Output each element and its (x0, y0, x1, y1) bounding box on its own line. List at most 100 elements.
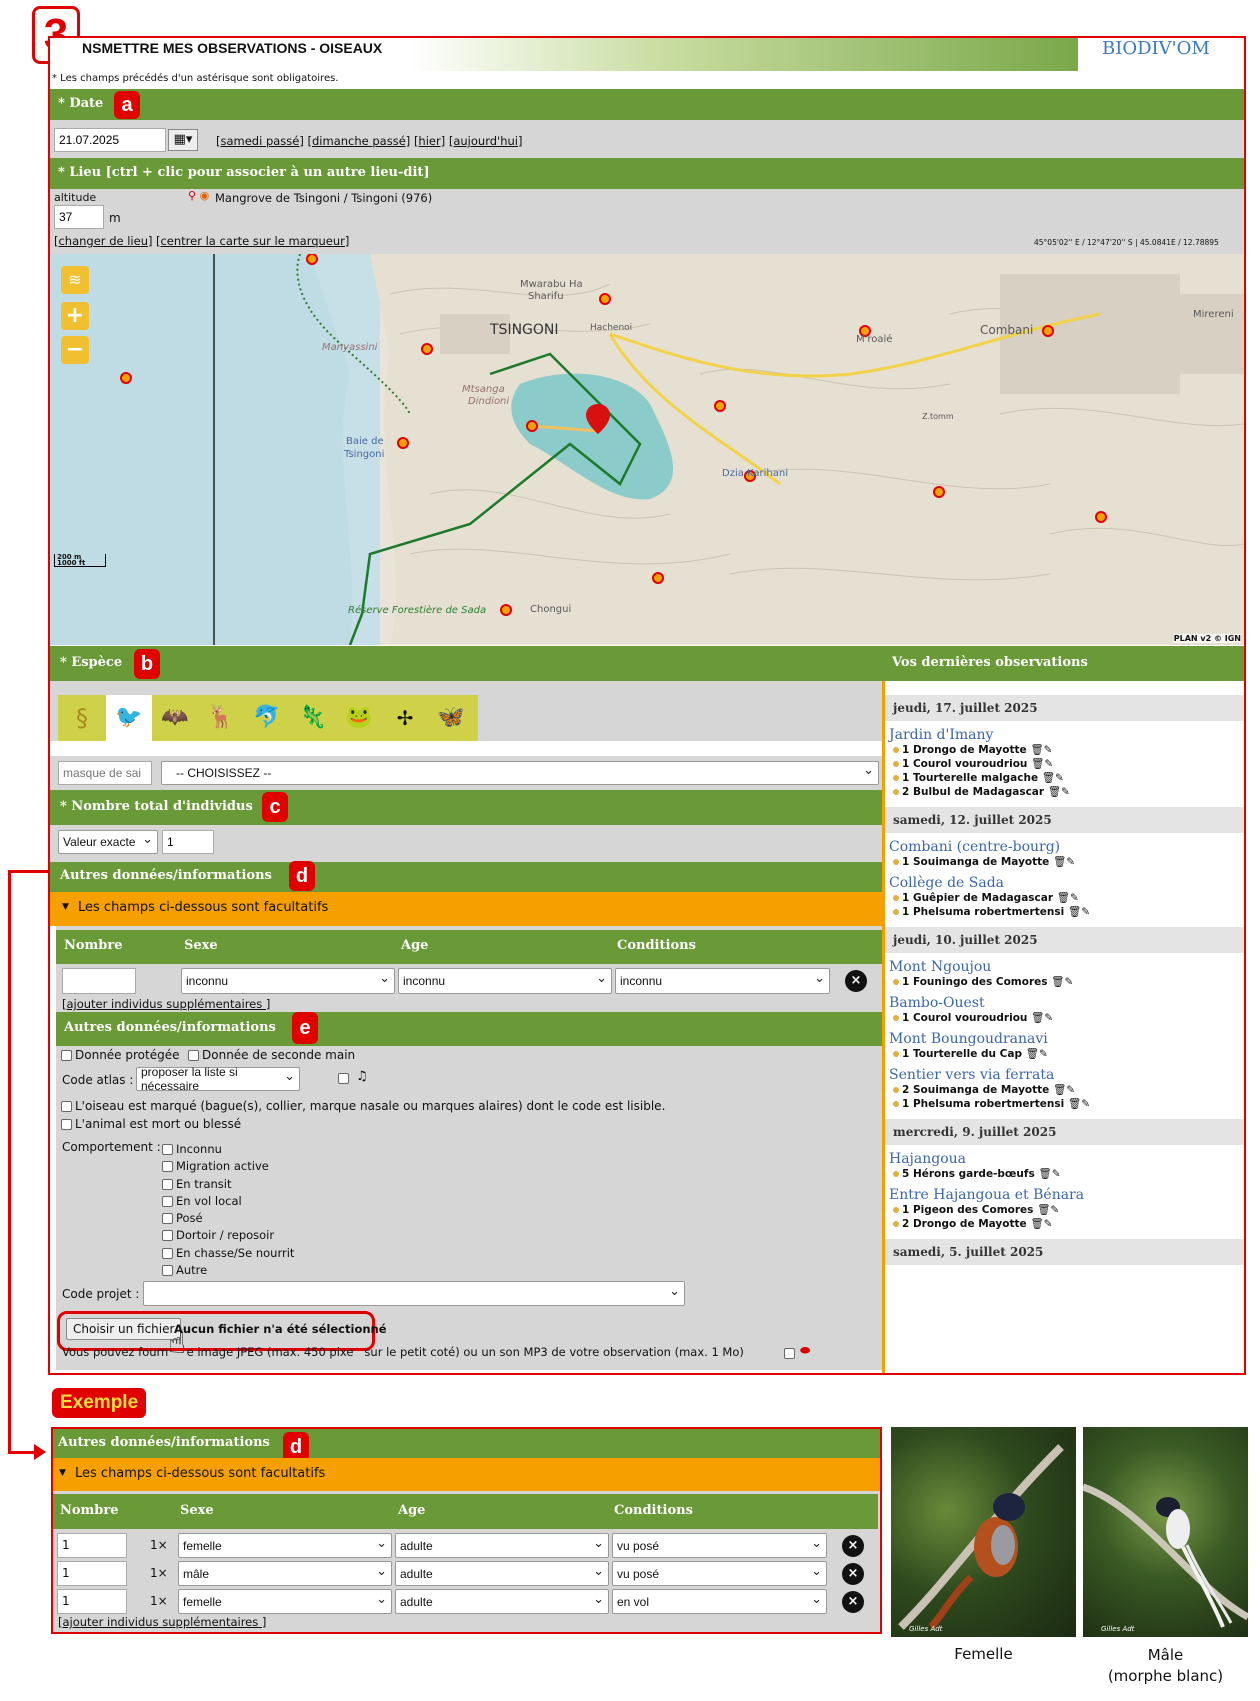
example-age-select[interactable]: adulte (395, 1533, 609, 1558)
example-age-select[interactable]: adulte (395, 1561, 609, 1586)
example-conditions-select[interactable]: en vol (612, 1589, 827, 1614)
example-age-select[interactable]: adulte (395, 1589, 609, 1614)
species-mask-input[interactable] (58, 761, 152, 785)
remove-row-button[interactable]: × (845, 970, 867, 992)
date-input[interactable] (54, 128, 166, 152)
obs-date: mercredi, 9. juillet 2025 (885, 1119, 1244, 1145)
delete-edit-icon[interactable]: 🗑✎ (1042, 772, 1064, 784)
obs-place-link[interactable]: Jardin d'Imany (885, 727, 1244, 743)
calendar-icon[interactable]: ▦▾ (168, 129, 198, 151)
file-note-checkbox[interactable] (784, 1346, 798, 1360)
add-individuals-link[interactable]: [ajouter individus supplémentaires ] (62, 997, 270, 1011)
delete-edit-icon[interactable]: 🗑✎ (1031, 1012, 1053, 1024)
example-add-link[interactable]: [ajouter individus supplémentaires ] (58, 1615, 266, 1629)
atlas-select[interactable]: proposer la liste si nécessaire (136, 1065, 300, 1093)
group-tab-bird[interactable]: 🐦 (106, 695, 152, 741)
obs-place-link[interactable]: Collège de Sada (885, 875, 1244, 891)
obs-place-link[interactable]: Bambo-Ouest (885, 995, 1244, 1011)
obs-item-label: 2 Souimanga de Mayotte (902, 1084, 1053, 1096)
example-sexe-select[interactable]: femelle (178, 1589, 392, 1614)
second-hand-checkbox[interactable]: Donnée de seconde main (188, 1048, 355, 1062)
zoom-out-button[interactable]: − (61, 336, 89, 364)
arrow-head-icon (34, 1444, 46, 1460)
map[interactable]: Mwarabu Ha Sharifu TSINGONI Hachenoi Many… (50, 254, 1244, 645)
center-map-link[interactable]: [centrer la carte sur le marqueur] (156, 234, 349, 248)
delete-edit-icon[interactable]: 🗑✎ (1051, 976, 1073, 988)
behaviour-autre[interactable]: Autre (162, 1262, 294, 1279)
altitude-input[interactable] (54, 205, 104, 229)
behaviour-pose[interactable]: Posé (162, 1210, 294, 1227)
example-sexe-select[interactable]: femelle (178, 1533, 392, 1558)
obs-place-link[interactable]: Mont Boungoudranavi (885, 1031, 1244, 1047)
species-select[interactable]: -- CHOISISSEZ -- (161, 761, 879, 785)
count-input[interactable] (162, 830, 214, 854)
example-remove-button[interactable]: × (842, 1535, 864, 1557)
delete-edit-icon[interactable]: 🗑✎ (1037, 1204, 1059, 1216)
behaviour-migration[interactable]: Migration active (162, 1158, 294, 1175)
group-tab-butterfly[interactable]: 🦋 (428, 695, 474, 741)
optional-fields-toggle[interactable]: ▼ Les champs ci-dessous sont facultatifs (50, 892, 884, 926)
individual-count-input[interactable] (62, 968, 136, 994)
sexe-select[interactable]: inconnu (181, 968, 395, 994)
example-count-input[interactable]: 1 (57, 1561, 127, 1586)
group-tab-lizard[interactable]: 🦎 (290, 695, 336, 741)
group-tab-frog[interactable]: 🐸 (336, 695, 382, 741)
behaviour-vol-local[interactable]: En vol local (162, 1193, 294, 1210)
behaviour-transit[interactable]: En transit (162, 1176, 294, 1193)
age-select[interactable]: inconnu (398, 968, 612, 994)
shortcut-aujourdhui[interactable]: [aujourd'hui] (449, 134, 523, 148)
group-tab-dragonfly[interactable]: ✢ (382, 695, 428, 741)
behaviour-chasse[interactable]: En chasse/Se nourrit (162, 1245, 294, 1262)
obs-place-link[interactable]: Entre Hajangoua et Bénara (885, 1187, 1244, 1203)
example-remove-button[interactable]: × (842, 1591, 864, 1613)
shortcut-dimanche[interactable]: [dimanche passé] (308, 134, 411, 148)
delete-edit-icon[interactable]: 🗑✎ (1068, 1098, 1090, 1110)
marked-checkbox[interactable]: L'oiseau est marqué (bague(s), collier, … (61, 1099, 665, 1113)
layers-button[interactable]: ≋ (61, 266, 89, 294)
delete-edit-icon[interactable]: 🗑✎ (1038, 1168, 1060, 1180)
shortcut-hier[interactable]: [hier] (414, 134, 445, 148)
example-remove-button[interactable]: × (842, 1563, 864, 1585)
delete-edit-icon[interactable]: 🗑✎ (1031, 758, 1053, 770)
delete-edit-icon[interactable]: 🗑✎ (1053, 1084, 1075, 1096)
group-tab-dolphin[interactable]: 🐬 (244, 695, 290, 741)
svg-text:Manyassini: Manyassini (322, 342, 378, 353)
obs-place-link[interactable]: Combani (centre-bourg) (885, 839, 1244, 855)
shortcut-samedi[interactable]: [samedi passé] (216, 134, 304, 148)
delete-edit-icon[interactable]: 🗑✎ (1053, 856, 1075, 868)
example-conditions-select[interactable]: vu posé (612, 1561, 827, 1586)
place-name: Mangrove de Tsingoni / Tsingoni (976) (215, 191, 433, 205)
conditions-select[interactable]: inconnu (615, 968, 830, 994)
choose-file-button[interactable]: Choisir un fichier (66, 1318, 182, 1340)
status-dot-icon (893, 775, 899, 781)
delete-edit-icon[interactable]: 🗑✎ (1030, 1218, 1052, 1230)
dead-checkbox[interactable]: L'animal est mort ou blessé (61, 1117, 241, 1131)
example-count-input[interactable]: 1 (57, 1589, 127, 1614)
protected-checkbox[interactable]: Donnée protégée (61, 1048, 179, 1062)
delete-edit-icon[interactable]: 🗑✎ (1057, 892, 1079, 904)
delete-edit-icon[interactable]: 🗑✎ (1048, 786, 1070, 798)
atlas-checkbox[interactable] (338, 1071, 352, 1085)
count-mode-select[interactable]: Valeur exacte (58, 830, 158, 854)
obs-place-link[interactable]: Sentier vers via ferrata (885, 1067, 1244, 1083)
obs-place-link[interactable]: Mont Ngoujou (885, 959, 1244, 975)
delete-edit-icon[interactable]: 🗑✎ (1068, 906, 1090, 918)
delete-edit-icon[interactable]: 🗑✎ (1026, 1048, 1048, 1060)
behaviour-inconnu[interactable]: Inconnu (162, 1141, 294, 1158)
example-count-input[interactable]: 1 (57, 1533, 127, 1558)
obs-item: 5 Hérons garde-bœufs 🗑✎ (885, 1167, 1244, 1181)
svg-text:Dzia Karihani: Dzia Karihani (722, 468, 788, 479)
obs-place-link[interactable]: Hajangoua (885, 1151, 1244, 1167)
project-select[interactable] (143, 1281, 685, 1306)
obs-item: 1 Courol vouroudriou 🗑✎ (885, 1011, 1244, 1025)
zoom-in-button[interactable]: + (61, 302, 89, 330)
delete-edit-icon[interactable]: 🗑✎ (1030, 744, 1052, 756)
change-place-link[interactable]: [changer de lieu] (54, 234, 152, 248)
group-tab-deer[interactable]: 🦌 (198, 695, 244, 741)
example-sexe-select[interactable]: mâle (178, 1561, 392, 1586)
group-tab-dna[interactable]: § (58, 695, 106, 741)
example-optional-toggle[interactable]: ▼ Les champs ci-dessous sont facultatifs (53, 1458, 880, 1491)
example-conditions-select[interactable]: vu posé (612, 1533, 827, 1558)
group-tab-bat[interactable]: 🦇 (152, 695, 198, 741)
behaviour-dortoir[interactable]: Dortoir / reposoir (162, 1227, 294, 1244)
